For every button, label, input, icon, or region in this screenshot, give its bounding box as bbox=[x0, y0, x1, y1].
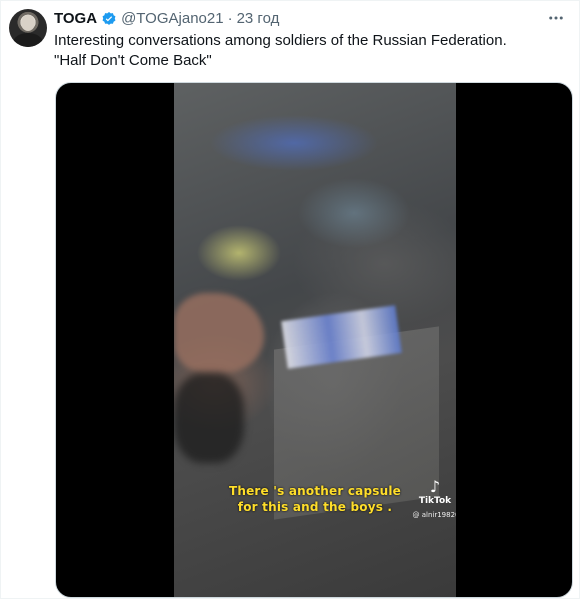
tweet-text: Interesting conversations among soldiers… bbox=[54, 31, 554, 71]
video-frame[interactable]: There 's another capsule for this and th… bbox=[174, 83, 457, 597]
avatar[interactable] bbox=[9, 9, 47, 47]
tweet-timestamp[interactable]: 23 год bbox=[237, 10, 280, 28]
tiktok-brand: TikTok bbox=[418, 496, 452, 506]
more-dots-icon[interactable] bbox=[547, 9, 565, 32]
tiktok-username: @ alnir19820 bbox=[412, 511, 457, 519]
video-blur-dark bbox=[174, 373, 244, 463]
video-subtitle-line-1: There 's another capsule bbox=[228, 484, 402, 498]
video-blur-hand bbox=[174, 293, 264, 373]
tiktok-logo-icon: ♪ bbox=[429, 477, 441, 496]
tweet-header: TOGA @TOGAjano21 · 23 год bbox=[54, 10, 279, 28]
tweet-text-line-2: "Half Don't Come Back" bbox=[54, 52, 212, 69]
author-handle[interactable]: @TOGAjano21 bbox=[121, 10, 224, 28]
header-separator: · bbox=[227, 10, 233, 27]
avatar-head bbox=[21, 15, 35, 31]
verified-badge-icon bbox=[102, 12, 116, 25]
tiktok-watermark: ♪ TikTok @ alnir19820 bbox=[413, 477, 457, 520]
tweet-card[interactable]: TOGA @TOGAjano21 · 23 год Interesting co… bbox=[0, 0, 580, 599]
more-dots-icon-graphic bbox=[549, 16, 563, 20]
tweet-text-line-1: Interesting conversations among soldiers… bbox=[54, 32, 507, 49]
video-player[interactable]: There 's another capsule for this and th… bbox=[55, 82, 573, 598]
avatar-shoulders bbox=[13, 33, 43, 47]
author-name[interactable]: TOGA bbox=[54, 10, 97, 28]
